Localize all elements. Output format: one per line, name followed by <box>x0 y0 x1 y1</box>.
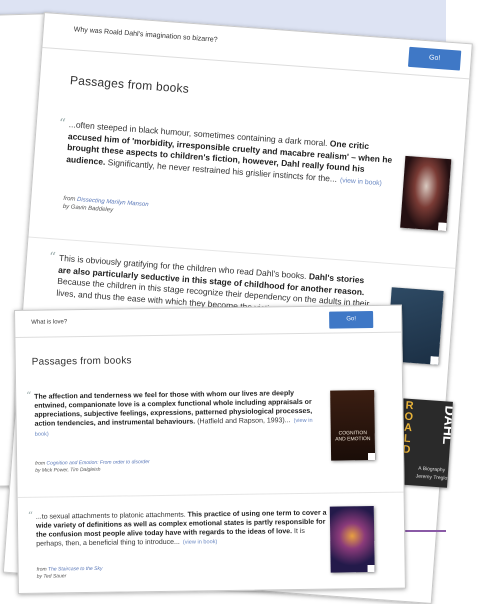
view-in-book-link[interactable]: (view in book) <box>340 177 382 187</box>
book-title-link[interactable]: Cognition and Emotion: From order to dis… <box>46 459 149 466</box>
front-go-button[interactable]: Go! <box>329 310 374 329</box>
back-page-heading: Passages from books <box>69 73 190 96</box>
cover-title: COGNITION AND EMOTION <box>335 430 371 443</box>
cover-author: Jeremy Treglown <box>415 473 453 483</box>
front-page: What is love? Go! Passages from books “ … <box>14 304 406 594</box>
front-passage-1-text: The affection and tenderness we feel for… <box>34 390 313 438</box>
book-title-link[interactable]: The Staircase to the Sky <box>48 566 103 573</box>
front-search-input[interactable]: What is love? <box>31 319 67 326</box>
purple-accent-bar <box>404 530 446 532</box>
cognition-emotion-book-cover[interactable]: COGNITION AND EMOTION <box>330 389 376 461</box>
back-search-input[interactable]: Why was Roald Dahl's imagination so biza… <box>74 26 218 44</box>
front-page-heading: Passages from books <box>31 355 132 368</box>
front-passage-2-source: from The Staircase to the Sky by Ted Sau… <box>36 565 103 580</box>
view-in-book-link[interactable]: (view in book) <box>183 539 218 545</box>
staircase-to-sky-book-cover[interactable] <box>329 505 375 573</box>
back-passage-1-text: ...often steeped in black humour, someti… <box>65 119 393 187</box>
front-divider <box>17 491 404 498</box>
quote-icon: “ <box>27 510 34 522</box>
front-passage-2-text: ...to sexual attachments to platonic att… <box>35 509 327 548</box>
front-search-bar: What is love? Go! <box>15 305 402 338</box>
quote-icon: “ <box>48 250 57 266</box>
front-passage-1-source: from Cognition and Emotion: From order t… <box>35 459 150 474</box>
marilyn-manson-book-cover[interactable] <box>400 155 452 232</box>
dahl-word: DAHL <box>439 405 453 446</box>
back-passage-1-source: from Dissecting Marilyn Manson by Gavin … <box>62 195 149 214</box>
quote-icon: “ <box>26 390 32 402</box>
quote-icon: “ <box>58 116 67 132</box>
back-go-button[interactable]: Go! <box>407 46 462 71</box>
cover-subtitle: A Biography <box>417 465 446 474</box>
